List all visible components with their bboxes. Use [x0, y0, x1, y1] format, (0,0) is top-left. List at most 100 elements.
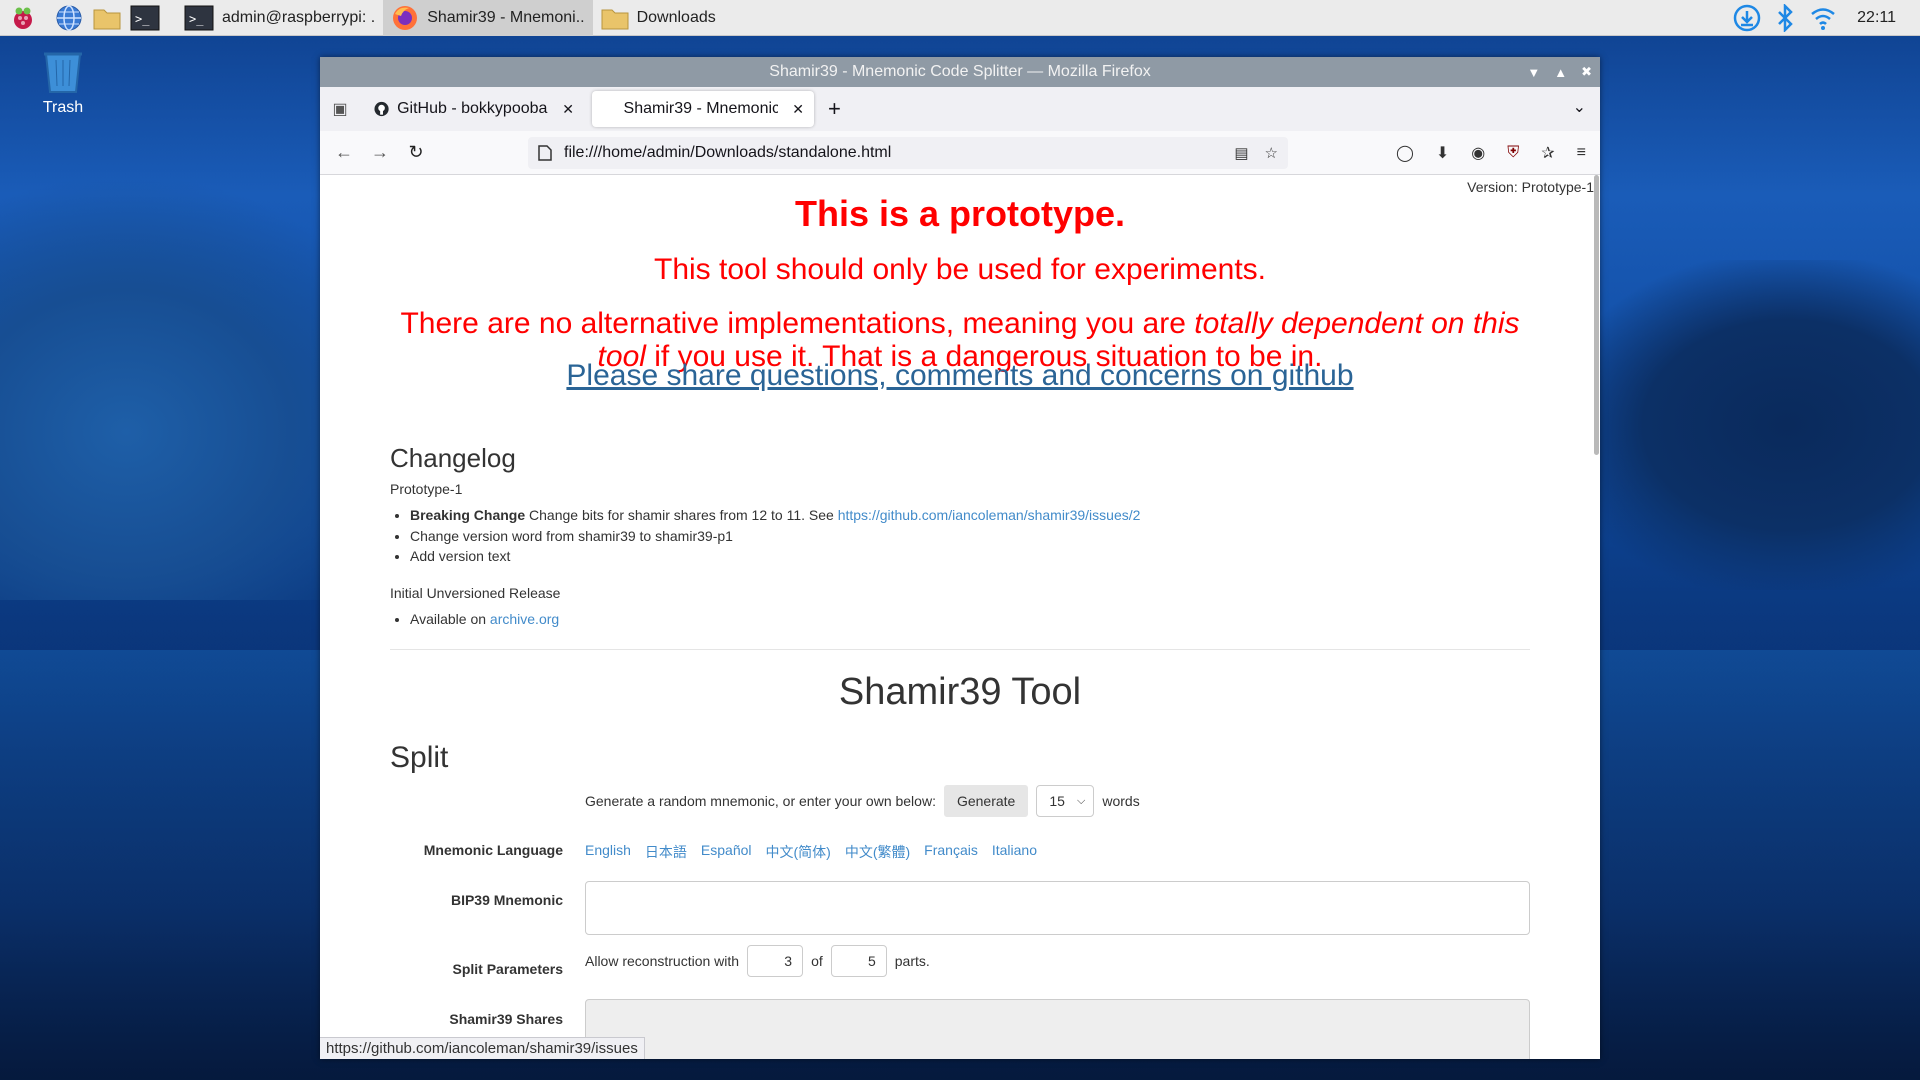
- raspberry-menu-icon[interactable]: [8, 3, 38, 33]
- changelog-heading: Changelog: [390, 443, 516, 473]
- navigation-bar: ← → ↻ file:///home/admin/Downloads/stand…: [320, 131, 1600, 175]
- list-item: Breaking Change Change bits for shamir s…: [410, 505, 1140, 526]
- firefox-view-icon[interactable]: ▣: [320, 99, 360, 119]
- tab-title: Shamir39 - Mnemonic C: [623, 100, 779, 117]
- initial-release-changes: Available on archive.org: [410, 609, 559, 630]
- close-tab-icon[interactable]: ✕: [792, 101, 804, 118]
- language-french[interactable]: Français: [924, 842, 978, 862]
- language-chinese-simplified[interactable]: 中文(简体): [766, 842, 831, 862]
- wifi-icon[interactable]: [1809, 5, 1837, 31]
- split-parameters-row: Allow reconstruction with 3 of 5 parts.: [585, 945, 930, 977]
- downloads-icon[interactable]: ⬇: [1436, 143, 1449, 163]
- extensions-icon[interactable]: ✰: [1541, 143, 1554, 163]
- prototype1-changes: Breaking Change Change bits for shamir s…: [410, 505, 1140, 567]
- experiments-warning: This tool should only be used for experi…: [654, 253, 1266, 286]
- shamir39-shares-label: Shamir39 Shares: [449, 1011, 563, 1027]
- divider: [390, 649, 1530, 650]
- bookmark-star-icon[interactable]: ☆: [1265, 144, 1278, 162]
- language-english[interactable]: English: [585, 842, 631, 862]
- tab-title: GitHub - bokkypoobah/: [397, 100, 549, 117]
- language-japanese[interactable]: 日本語: [645, 842, 687, 862]
- link-status-bar: https://github.com/iancoleman/shamir39/i…: [320, 1037, 645, 1059]
- back-icon[interactable]: ←: [326, 142, 362, 163]
- list-tabs-icon[interactable]: ⌄: [1573, 97, 1586, 117]
- language-chinese-traditional[interactable]: 中文(繁體): [845, 842, 910, 862]
- warning-text: There are no alternative implementations…: [400, 307, 1195, 340]
- folder-icon: [601, 9, 629, 29]
- web-browser-icon[interactable]: [54, 3, 84, 33]
- firefox-icon: [393, 5, 418, 30]
- file-manager-icon[interactable]: [92, 3, 122, 33]
- bluetooth-icon[interactable]: [1775, 4, 1795, 32]
- scrollbar[interactable]: [1592, 175, 1600, 1059]
- close-window-icon[interactable]: ✖: [1581, 64, 1592, 80]
- word-count-select[interactable]: 15 ⌵: [1036, 785, 1095, 817]
- language-spanish[interactable]: Español: [701, 842, 752, 862]
- terminal-icon[interactable]: >_: [130, 3, 160, 33]
- language-italian[interactable]: Italiano: [992, 842, 1037, 862]
- of-text: of: [811, 953, 823, 969]
- menu-icon[interactable]: ≡: [1577, 144, 1586, 162]
- list-item: Available on archive.org: [410, 609, 559, 630]
- taskbar-task-label: Shamir39 - Mnemoni..: [427, 8, 585, 26]
- tab-github[interactable]: GitHub - bokkypoobah/ ✕: [364, 91, 584, 127]
- issue-link[interactable]: https://github.com/iancoleman/shamir39/i…: [838, 507, 1141, 523]
- tab-shamir39[interactable]: Shamir39 - Mnemonic C ✕: [592, 91, 814, 127]
- taskbar-task-firefox[interactable]: Shamir39 - Mnemoni..: [383, 0, 593, 36]
- generate-row: Generate a random mnemonic, or enter you…: [585, 785, 1140, 817]
- terminal-icon: >_: [184, 5, 214, 30]
- bip39-mnemonic-input[interactable]: [585, 881, 1530, 935]
- clock[interactable]: 22:11: [1857, 9, 1896, 27]
- threshold-input[interactable]: 3: [747, 945, 804, 977]
- reader-view-icon[interactable]: ▤: [1234, 144, 1248, 162]
- prototype-warning: This is a prototype.: [794, 193, 1126, 234]
- allow-text: Allow reconstruction with: [585, 953, 740, 969]
- window-titlebar[interactable]: Shamir39 - Mnemonic Code Splitter — Mozi…: [320, 57, 1600, 87]
- minimize-icon[interactable]: ▼: [1527, 65, 1540, 80]
- available-text: Available on: [410, 611, 490, 627]
- forward-icon[interactable]: →: [362, 142, 398, 163]
- firefox-window: Shamir39 - Mnemonic Code Splitter — Mozi…: [320, 57, 1600, 1059]
- tool-heading: Shamir39 Tool: [838, 671, 1082, 713]
- split-heading: Split: [390, 741, 449, 774]
- page-icon: [538, 145, 552, 161]
- reload-icon[interactable]: ↻: [398, 142, 434, 163]
- page-content: Version: Prototype-1 This is a prototype…: [320, 175, 1600, 1059]
- chevron-down-icon: ⌵: [1077, 794, 1086, 807]
- taskbar-task-downloads[interactable]: Downloads: [593, 0, 724, 36]
- tab-strip: ▣ GitHub - bokkypoobah/ ✕ Shamir39 - Mne…: [320, 87, 1600, 131]
- generate-button[interactable]: Generate: [943, 785, 1029, 817]
- bip39-mnemonic-label: BIP39 Mnemonic: [450, 892, 563, 908]
- account-icon[interactable]: ◉: [1471, 143, 1485, 163]
- pocket-icon[interactable]: ◯: [1396, 143, 1414, 163]
- total-parts-input[interactable]: 5: [830, 945, 887, 977]
- warning-emphasis: totally dependent on this: [1194, 307, 1520, 340]
- update-download-icon[interactable]: [1733, 4, 1761, 32]
- window-title: Shamir39 - Mnemonic Code Splitter — Mozi…: [769, 63, 1151, 80]
- system-tray: 22:11: [1733, 0, 1920, 36]
- breaking-change-label: Breaking Change: [410, 507, 526, 523]
- url-text[interactable]: file:///home/admin/Downloads/standalone.…: [564, 144, 891, 162]
- ublock-origin-icon[interactable]: ⛨: [1507, 144, 1519, 162]
- breaking-change-text: Change bits for shamir shares from 12 to…: [525, 507, 838, 523]
- split-parameters-label: Split Parameters: [452, 961, 564, 977]
- language-links: English 日本語 Español 中文(简体) 中文(繁體) França…: [585, 842, 1037, 862]
- trash-icon: [44, 52, 82, 93]
- svg-text:>_: >_: [135, 12, 150, 26]
- new-tab-icon[interactable]: +: [828, 96, 841, 122]
- close-tab-icon[interactable]: ✕: [562, 101, 574, 118]
- taskbar-task-label: admin@raspberrypi: .: [222, 8, 376, 26]
- list-item: Add version text: [410, 546, 1140, 567]
- taskbar-task-label: Downloads: [636, 8, 716, 26]
- list-item: Change version word from shamir39 to sha…: [410, 526, 1140, 547]
- github-share-link[interactable]: Please share questions, comments and con…: [320, 359, 1600, 393]
- desktop-trash[interactable]: Trash: [38, 48, 88, 117]
- words-label: words: [1102, 793, 1140, 809]
- archive-link[interactable]: archive.org: [490, 611, 559, 627]
- maximize-icon[interactable]: ▲: [1554, 65, 1567, 80]
- taskbar-task-terminal[interactable]: >_ admin@raspberrypi: .: [176, 0, 383, 36]
- url-bar[interactable]: file:///home/admin/Downloads/standalone.…: [528, 137, 1288, 169]
- svg-text:>_: >_: [189, 12, 204, 26]
- taskbar: >_ >_ admin@raspberrypi: . Shamir39 - Mn…: [0, 0, 1920, 36]
- shamir39-shares-output[interactable]: [585, 999, 1530, 1059]
